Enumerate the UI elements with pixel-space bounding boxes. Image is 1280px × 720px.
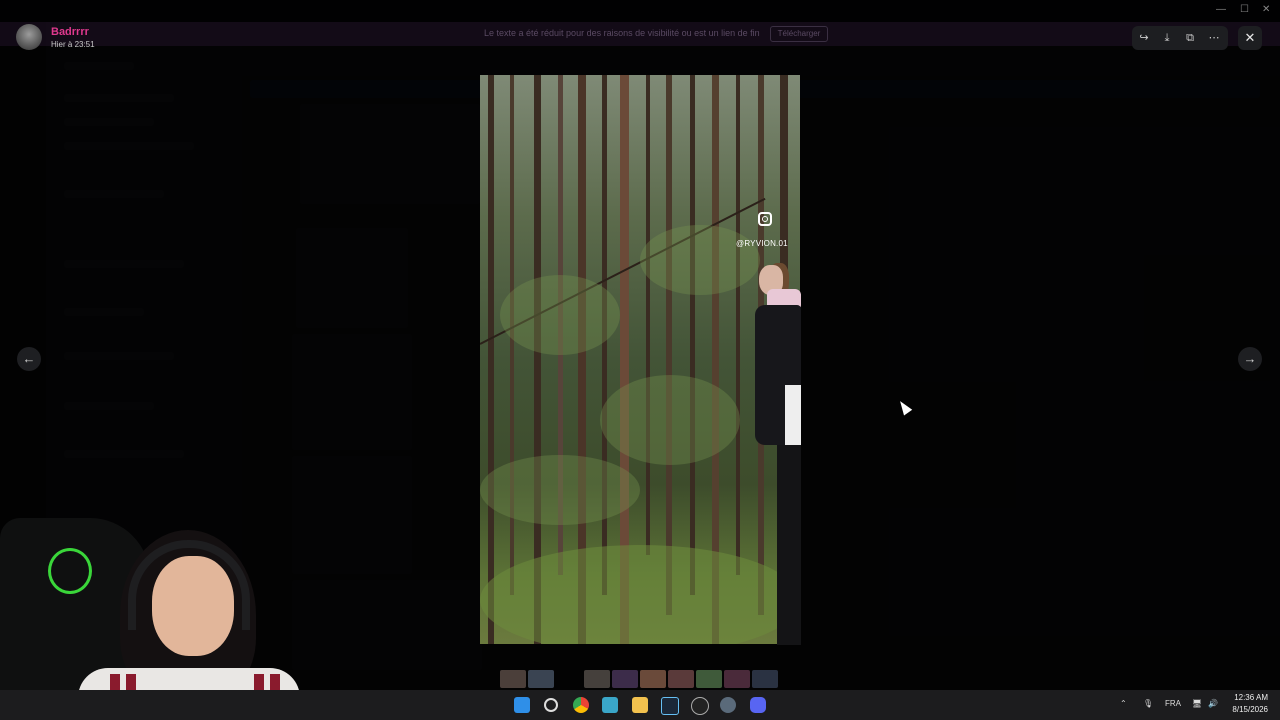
- clock-time[interactable]: 12:36 AM: [1232, 693, 1268, 702]
- settings-icon[interactable]: [720, 697, 736, 713]
- file-explorer-icon[interactable]: [632, 697, 648, 713]
- media-thumbnail[interactable]: [528, 670, 554, 688]
- chevron-up-icon[interactable]: ⌃: [1120, 699, 1127, 708]
- task-view-icon[interactable]: [602, 697, 618, 713]
- obs-icon[interactable]: [691, 697, 709, 715]
- window-close-icon[interactable]: ✕: [1262, 4, 1270, 15]
- more-icon[interactable]: ⋯: [1206, 30, 1222, 46]
- notification-button[interactable]: Télécharger: [770, 26, 828, 42]
- network-icon[interactable]: 🖥: [1192, 699, 1202, 708]
- person-in-video: [755, 263, 801, 645]
- message-timestamp: Hier à 23:51: [51, 40, 95, 49]
- close-icon[interactable]: ✕: [1238, 26, 1262, 50]
- external-link-icon[interactable]: ⧉: [1182, 30, 1198, 46]
- instagram-icon: [758, 212, 772, 226]
- steam-icon[interactable]: [661, 697, 679, 715]
- media-thumbnail[interactable]: [752, 670, 778, 688]
- media-thumbnail[interactable]: [612, 670, 638, 688]
- microphone-icon[interactable]: 🎙: [1143, 699, 1153, 708]
- forward-icon[interactable]: ↪: [1136, 30, 1152, 46]
- media-toolbar: ↪ ⤓ ⧉ ⋯: [1132, 26, 1228, 50]
- download-icon[interactable]: ⤓: [1159, 30, 1175, 46]
- next-arrow-icon[interactable]: →: [1238, 347, 1262, 371]
- media-thumbnail[interactable]: [724, 670, 750, 688]
- search-icon[interactable]: [544, 698, 558, 712]
- razer-logo-icon: [48, 548, 92, 594]
- chrome-icon[interactable]: [573, 697, 589, 713]
- media-thumbnail[interactable]: [500, 670, 526, 688]
- media-thumbnail[interactable]: [640, 670, 666, 688]
- media-viewer-image[interactable]: [480, 75, 800, 644]
- language-indicator[interactable]: FRA: [1165, 699, 1181, 708]
- media-thumbnail[interactable]: [696, 670, 722, 688]
- clock-date[interactable]: 8/15/2026: [1226, 705, 1268, 714]
- volume-icon[interactable]: 🔊: [1208, 699, 1218, 708]
- media-thumbnail[interactable]: [668, 670, 694, 688]
- watermark-handle: @RYVION.01: [736, 239, 788, 248]
- notification-text: Le texte a été réduit pour des raisons d…: [484, 28, 760, 38]
- notification-banner: Le texte a été réduit pour des raisons d…: [0, 22, 1280, 46]
- windows-start-icon[interactable]: [514, 697, 530, 713]
- maximize-icon[interactable]: ☐: [1240, 4, 1249, 15]
- author-name[interactable]: Badrrrr: [51, 26, 89, 38]
- previous-arrow-icon[interactable]: ←: [17, 347, 41, 371]
- avatar[interactable]: [16, 24, 42, 50]
- minimize-icon[interactable]: —: [1216, 4, 1226, 15]
- discord-icon[interactable]: [750, 697, 766, 713]
- media-thumbnail[interactable]: [584, 670, 610, 688]
